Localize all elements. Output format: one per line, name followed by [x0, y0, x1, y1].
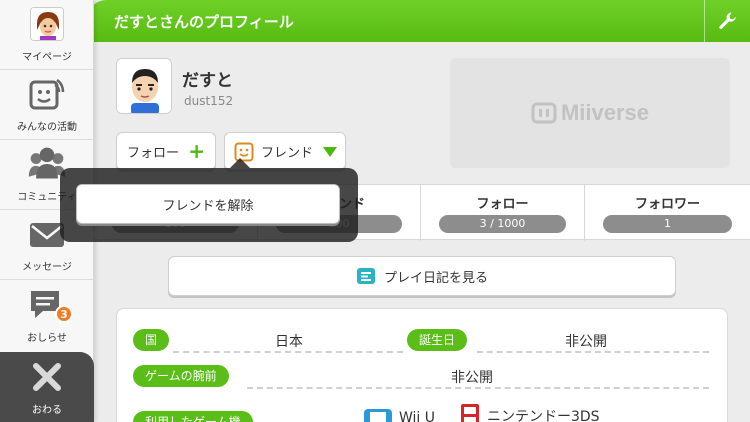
stat-label: フォロー	[476, 197, 529, 212]
country-label: 国	[133, 329, 170, 351]
stat-following[interactable]: フォロー 3 / 1000	[421, 185, 585, 241]
close-app-label: おわる	[32, 405, 62, 416]
divider	[173, 351, 403, 353]
wiiu-gamepad-icon	[364, 409, 392, 422]
activity-icon	[27, 74, 67, 114]
follow-button-label: フォロー	[127, 145, 180, 161]
sidebar-item-label: メッセージ	[22, 262, 72, 273]
sidebar-item-label: マイページ	[22, 52, 72, 63]
follow-button[interactable]: フォロー +	[116, 132, 216, 170]
stat-value: 1	[603, 215, 732, 233]
country-value: 日本	[275, 334, 303, 350]
birthday-value: 非公開	[565, 334, 607, 350]
diary-icon	[356, 268, 375, 284]
wrench-icon	[718, 12, 736, 29]
play-diary-button[interactable]: プレイ日記を見る	[168, 256, 676, 296]
user-id: dust152	[184, 94, 234, 108]
unfriend-label: フレンドを解除	[162, 198, 254, 214]
plus-icon: +	[188, 139, 205, 163]
stat-label: フォロワー	[634, 197, 700, 212]
friend-button-label: フレンド	[261, 145, 314, 161]
divider	[247, 387, 709, 389]
close-app-button[interactable]: おわる	[0, 352, 94, 422]
user-avatar-icon	[27, 4, 67, 44]
sidebar-item-label: おしらせ	[27, 333, 67, 344]
notification-count-badge: 3	[55, 305, 73, 323]
settings-button[interactable]	[704, 0, 750, 42]
skill-label: ゲームの腕前	[133, 365, 229, 387]
miiverse-logo-icon	[531, 102, 557, 124]
miiverse-banner: Miiverse	[450, 58, 730, 168]
page-title: だすとさんのプロフィール	[114, 12, 294, 31]
sidebar-item-mypage[interactable]: マイページ	[0, 0, 94, 70]
user-name: だすと	[182, 71, 233, 91]
divider	[477, 351, 709, 353]
nintendo-3ds-icon	[461, 404, 479, 422]
sidebar-item-label: みんなの活動	[17, 122, 77, 133]
stat-followers[interactable]: フォロワー 1	[585, 185, 750, 241]
sidebar-item-notifications[interactable]: 3 おしらせ	[0, 280, 94, 350]
systems-label: 利用したゲーム機	[133, 411, 253, 422]
sidebar-item-activity[interactable]: みんなの活動	[0, 70, 94, 140]
system-wiiu: Wii U	[363, 407, 435, 422]
system-name: Wii U	[399, 410, 436, 422]
speech-bubble-icon: 3	[27, 285, 73, 325]
friend-options-popup: フレンドを解除	[60, 168, 358, 242]
system-name: ニンテンドー3DS	[487, 409, 600, 422]
close-icon	[27, 357, 67, 397]
profile-info-card: 国 日本 誕生日 非公開 ゲームの腕前 非公開 利用したゲーム機 Wii U ニ…	[116, 308, 728, 422]
popup-pointer	[230, 158, 250, 168]
birthday-label: 誕生日	[407, 329, 468, 351]
skill-value: 非公開	[451, 370, 493, 386]
unfriend-button[interactable]: フレンドを解除	[76, 184, 340, 224]
miiverse-logo-text: Miiverse	[560, 100, 650, 125]
play-diary-label: プレイ日記を見る	[383, 270, 488, 286]
stat-value: 3 / 1000	[439, 215, 566, 233]
system-3ds: ニンテンドー3DS	[459, 403, 600, 422]
user-mii-avatar	[116, 58, 172, 114]
chevron-down-icon	[323, 147, 337, 157]
page-header: だすとさんのプロフィール	[88, 0, 750, 42]
